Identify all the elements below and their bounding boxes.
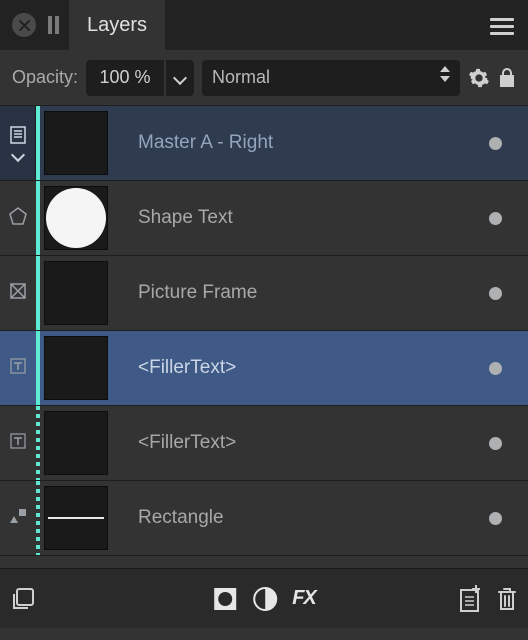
layer-label[interactable]: Shape Text [114,207,489,229]
gear-icon [468,67,490,89]
panel-menu-button[interactable] [490,14,514,39]
add-page-icon [458,585,482,613]
layer-thumbnail [44,411,108,475]
visibility-toggle[interactable] [489,287,502,300]
tab-label: Layers [87,14,147,37]
page-icon [9,126,27,144]
child-type-cell [0,331,36,405]
chevron-down-icon [173,70,187,84]
delete-layer-button[interactable] [496,586,518,612]
color-stripe [36,481,40,555]
opacity-value: 100 % [100,67,151,88]
child-type-cell [0,406,36,480]
stepper-arrows-icon [440,66,450,82]
add-layer-button[interactable] [458,585,482,613]
lock-icon [498,67,516,89]
lock-button[interactable] [498,67,516,89]
mask-icon [212,586,238,612]
dock-icon[interactable] [48,16,59,34]
rectangle-icon [9,507,27,530]
layer-thumbnail [44,261,108,325]
opacity-input[interactable]: 100 % [86,60,164,96]
layer-row-child[interactable]: Shape Text [0,181,528,256]
color-stripe [36,406,40,480]
layer-label[interactable]: <FillerText> [114,357,489,379]
visibility-toggle[interactable] [489,437,502,450]
layer-label[interactable]: Master A - Right [114,132,489,154]
shape-text-icon [9,207,27,230]
layer-row-master[interactable]: Master A - Right [0,106,528,181]
picture-frame-icon [9,282,27,305]
fx-label: FX [292,587,316,610]
color-stripe [36,181,40,255]
blend-mode-value: Normal [212,67,270,88]
layer-row-child[interactable]: <FillerText> [0,331,528,406]
close-icon[interactable] [12,13,36,37]
adjustment-icon [252,586,278,612]
layers-list: Master A - Right Shape Text Picture Frame… [0,106,528,568]
opacity-control: 100 % [86,60,194,96]
master-gutter [0,106,36,180]
color-stripe [36,331,40,405]
layer-label[interactable]: <FillerText> [114,432,489,454]
layer-options-row: Opacity: 100 % Normal [0,50,528,106]
edit-linked-button[interactable] [10,586,36,612]
fx-button[interactable]: FX [292,587,316,610]
visibility-toggle[interactable] [489,212,502,225]
layer-row-child[interactable]: Rectangle [0,481,528,556]
stack-icon [10,586,36,612]
opacity-label: Opacity: [12,67,78,88]
layer-thumbnail [44,186,108,250]
hamburger-icon [490,18,514,35]
visibility-toggle[interactable] [489,362,502,375]
child-type-cell [0,481,36,555]
mask-button[interactable] [212,586,238,612]
panel-tab-bar: Layers [0,0,528,50]
child-type-cell [0,181,36,255]
color-stripe [36,256,40,330]
layer-thumbnail [44,111,108,175]
color-stripe [36,106,40,180]
visibility-toggle[interactable] [489,137,502,150]
layers-bottom-toolbar: FX [0,568,528,628]
text-frame-icon [9,432,27,455]
layer-label[interactable]: Rectangle [114,507,489,529]
layer-row-child[interactable]: Picture Frame [0,256,528,331]
opacity-dropdown-button[interactable] [166,60,194,96]
trash-icon [496,586,518,612]
blend-mode-select[interactable]: Normal [202,60,460,96]
layer-label[interactable]: Picture Frame [114,282,489,304]
panel-settings-button[interactable] [468,67,490,89]
layer-thumbnail [44,336,108,400]
child-type-cell [0,256,36,330]
layer-row-child[interactable]: <FillerText> [0,406,528,481]
tab-layers[interactable]: Layers [69,0,165,50]
text-frame-icon [9,357,27,380]
adjustment-button[interactable] [252,586,278,612]
layer-thumbnail [44,486,108,550]
expand-toggle-icon[interactable] [10,148,24,162]
visibility-toggle[interactable] [489,512,502,525]
